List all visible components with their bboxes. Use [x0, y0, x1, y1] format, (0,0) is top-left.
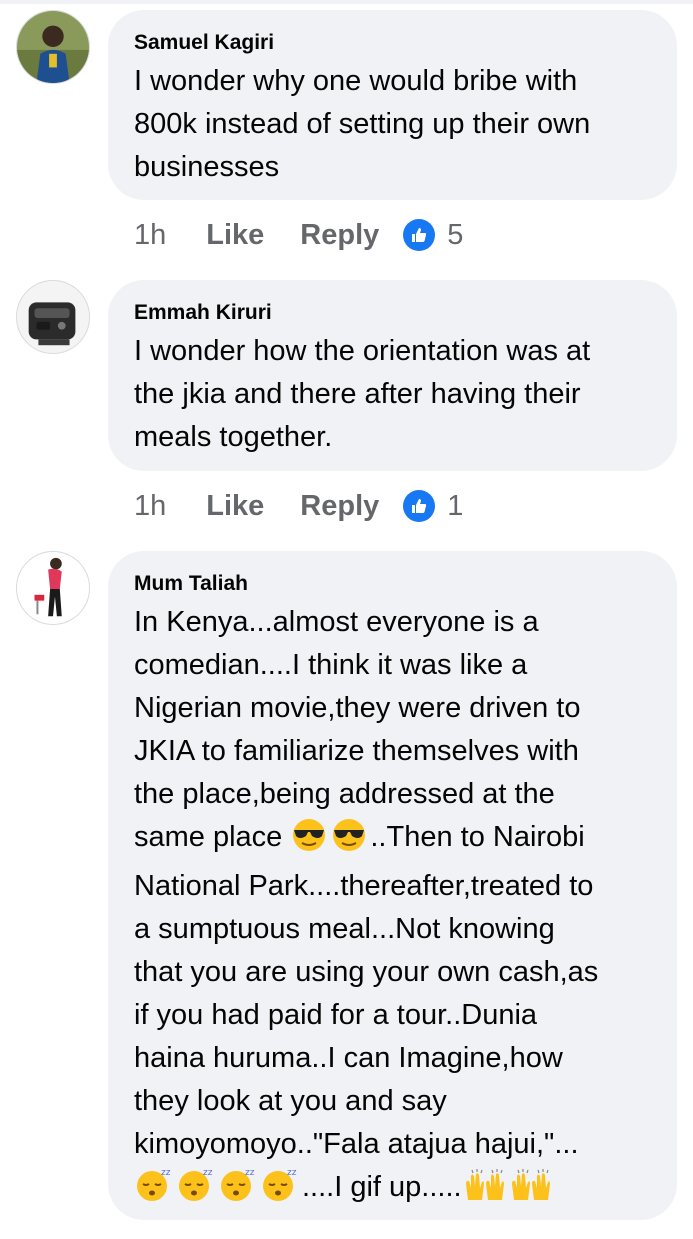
reply-button[interactable]: Reply	[300, 490, 379, 523]
comment-actions: 1h Like Reply 1	[134, 486, 463, 526]
avatar[interactable]	[16, 10, 90, 84]
like-button[interactable]: Like	[206, 219, 264, 252]
comment-text: I wonder how the orientation was at the …	[134, 335, 591, 453]
avatar-photo	[17, 552, 89, 624]
comment-bubble: Samuel Kagiri I wonder why one would bri…	[108, 10, 677, 200]
sleeping-emoji-icon: zz	[176, 1166, 216, 1215]
thumbs-up-icon[interactable]	[403, 490, 436, 522]
comment-author[interactable]: Samuel Kagiri	[134, 30, 651, 56]
svg-text:zz: zz	[245, 1168, 255, 1178]
comment-text-part: In Kenya...almost everyone is a comedian…	[134, 606, 581, 853]
comment-author[interactable]: Emmah Kiruri	[134, 300, 651, 326]
sleeping-emoji-icon: zz	[260, 1166, 300, 1215]
like-button[interactable]: Like	[206, 490, 264, 523]
comment-bubble: Emmah Kiruri I wonder how the orientatio…	[108, 280, 677, 471]
raising-hands-emoji-icon	[462, 1168, 506, 1215]
sleeping-emoji-icon: zz	[218, 1166, 258, 1215]
svg-text:zz: zz	[287, 1168, 297, 1178]
sleeping-emoji-icon: zz	[134, 1166, 174, 1215]
sunglasses-emoji-icon	[290, 818, 328, 865]
avatar[interactable]	[16, 280, 90, 354]
svg-text:zz: zz	[203, 1168, 213, 1178]
comment-text: I wonder why one would bribe with 800k i…	[134, 65, 591, 183]
avatar-photo	[17, 11, 89, 83]
raising-hands-emoji-icon	[508, 1168, 552, 1215]
reaction-count[interactable]: 5	[447, 219, 463, 252]
comment-text: In Kenya...almost everyone is a comedian…	[134, 601, 651, 1215]
comment-time[interactable]: 1h	[134, 490, 166, 523]
sunglasses-emoji-icon	[330, 818, 368, 865]
svg-text:zz: zz	[161, 1168, 171, 1178]
comment-bubble: Mum Taliah In Kenya...almost everyone is…	[108, 551, 677, 1220]
comment-actions: 1h Like Reply 5	[134, 215, 463, 255]
comment-time[interactable]: 1h	[134, 219, 166, 252]
avatar-photo	[17, 281, 89, 353]
comment-author[interactable]: Mum Taliah	[134, 571, 651, 597]
reaction-count[interactable]: 1	[447, 490, 463, 523]
thumbs-up-icon[interactable]	[403, 219, 436, 251]
avatar[interactable]	[16, 551, 90, 625]
reply-button[interactable]: Reply	[300, 219, 379, 252]
top-divider	[0, 0, 693, 4]
comment-text-part: ..Then to Nairobi National Park....there…	[134, 821, 599, 1160]
comment-text-part: ....I gif up.....	[302, 1171, 462, 1203]
